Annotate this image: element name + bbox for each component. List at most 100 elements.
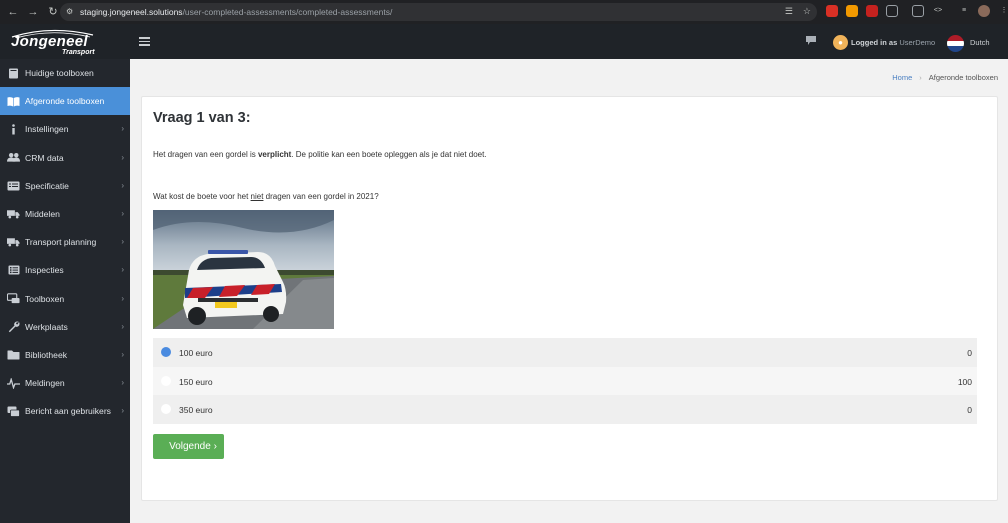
sidebar-item-label: Huidige toolboxen xyxy=(25,68,94,79)
dutch-flag-icon[interactable] xyxy=(947,35,964,52)
user-avatar[interactable]: ● xyxy=(833,35,848,50)
next-button[interactable]: Volgende › xyxy=(153,434,224,459)
extensions-bar: <> ≡ ⋮ xyxy=(826,5,1008,17)
answer-option[interactable]: 100 euro 0 xyxy=(153,338,977,367)
answer-label: 150 euro xyxy=(179,376,213,387)
username: UserDemo xyxy=(899,38,936,47)
truck-icon xyxy=(7,237,20,248)
bookmark-star-icon[interactable]: ☆ xyxy=(803,6,811,17)
sidebar-item-label: Bibliotheek xyxy=(25,349,68,360)
answer-score: 100 xyxy=(957,376,972,387)
reload-icon[interactable]: ↻ xyxy=(46,5,60,19)
answer-score: 0 xyxy=(967,348,972,358)
message-icon xyxy=(7,406,20,417)
radio-unselected[interactable] xyxy=(161,404,171,414)
question-text-part: Wat kost de boete voor het xyxy=(153,192,251,201)
pulse-icon xyxy=(7,377,20,389)
sidebar-item-huidige-toolboxen[interactable]: Huidige toolboxen xyxy=(0,59,130,87)
answer-option[interactable]: 350 euro 0 xyxy=(153,395,977,424)
users-icon xyxy=(7,152,20,163)
chevron-right-icon: › xyxy=(121,265,124,275)
chevron-right-icon: › xyxy=(121,180,124,190)
sidebar-item-inspecties[interactable]: Inspecties › xyxy=(0,256,130,284)
answer-label: 100 euro xyxy=(179,348,213,358)
sidebar-item-specificatie[interactable]: Specificatie › xyxy=(0,172,130,200)
sidebar-item-label: Werkplaats xyxy=(25,321,68,332)
profile-avatar[interactable] xyxy=(978,5,990,17)
police-car-image xyxy=(153,210,334,329)
answer-label: 350 euro xyxy=(179,405,213,415)
question-text-part: dragen van een gordel in 2021? xyxy=(263,192,379,201)
logged-in-status[interactable]: Logged in as UserDemo xyxy=(851,38,935,47)
breadcrumb: Home › Afgeronde toolboxen xyxy=(892,73,998,82)
chevron-right-icon: › xyxy=(121,406,124,416)
extension-icon[interactable] xyxy=(826,5,838,17)
chevron-right-icon: › xyxy=(121,293,124,303)
sidebar-item-label: Inspecties xyxy=(25,265,64,276)
chevron-right-icon: › xyxy=(121,208,124,218)
sidebar-item-crm-data[interactable]: CRM data › xyxy=(0,144,130,172)
toolbox-icon xyxy=(7,293,20,304)
sidebar-item-label: Afgeronde toolboxen xyxy=(25,96,105,107)
chat-icon[interactable] xyxy=(806,36,816,45)
logged-in-label: Logged in as xyxy=(851,38,898,47)
address-bar[interactable]: ⚙ staging.jongeneel.solutions /user-comp… xyxy=(60,3,817,21)
intro-text: Het dragen van een gordel is verplicht. … xyxy=(153,150,487,159)
translate-icon[interactable]: ☰ xyxy=(785,6,793,17)
book-icon xyxy=(7,68,20,79)
back-icon[interactable]: ← xyxy=(6,5,20,19)
answer-score: 0 xyxy=(967,405,972,415)
logo[interactable]: Jongeneel Transport xyxy=(0,24,130,59)
chevron-right-icon: › xyxy=(121,349,124,359)
devtools-icon[interactable]: <> xyxy=(932,5,944,17)
sidepanel-icon[interactable] xyxy=(912,5,924,17)
sidebar-item-label: Instellingen xyxy=(25,124,69,135)
question-card: Vraag 1 van 3: Het dragen van een gordel… xyxy=(141,96,998,501)
chevron-right-icon: › xyxy=(121,152,124,162)
radio-unselected[interactable] xyxy=(161,375,171,386)
breadcrumb-current: Afgeronde toolboxen xyxy=(928,73,998,82)
sidebar: Huidige toolboxen Afgeronde toolboxen In… xyxy=(0,59,130,523)
sidebar-item-label: CRM data xyxy=(25,152,64,163)
sidebar-item-instellingen[interactable]: Instellingen › xyxy=(0,115,130,143)
app-header: Jongeneel Transport ● Logged in as UserD… xyxy=(0,24,1008,59)
chevron-right-icon: › xyxy=(121,378,124,388)
sidebar-item-middelen[interactable]: Middelen › xyxy=(0,200,130,228)
forward-icon[interactable]: → xyxy=(26,5,40,19)
info-icon xyxy=(7,124,20,135)
sidebar-item-meldingen[interactable]: Meldingen › xyxy=(0,369,130,397)
intro-text-part: . De politie kan een boete opleggen als … xyxy=(291,150,487,159)
menu-kebab-icon[interactable]: ⋮ xyxy=(998,5,1008,17)
breadcrumb-home-link[interactable]: Home xyxy=(892,73,912,82)
extension-icon[interactable] xyxy=(866,5,878,17)
logo-subtext: Transport xyxy=(62,49,95,56)
site-info-icon[interactable]: ⚙ xyxy=(66,7,76,17)
sidebar-item-label: Transport planning xyxy=(25,237,97,248)
sidebar-item-bericht-aan-gebruikers[interactable]: Bericht aan gebruikers › xyxy=(0,397,130,425)
hamburger-menu-icon[interactable] xyxy=(139,37,150,46)
sidebar-item-bibliotheek[interactable]: Bibliotheek › xyxy=(0,341,130,369)
wrench-icon xyxy=(7,321,20,332)
question-text: Wat kost de boete voor het niet dragen v… xyxy=(153,192,379,201)
sidebar-item-label: Middelen xyxy=(25,209,60,220)
extension-icon[interactable] xyxy=(846,5,858,17)
checklist-icon xyxy=(7,265,20,276)
intro-text-bold: verplicht xyxy=(257,150,292,159)
question-text-underlined: niet xyxy=(250,192,264,201)
list-card-icon xyxy=(7,180,20,191)
breadcrumb-separator: › xyxy=(919,73,922,82)
radio-selected[interactable] xyxy=(161,347,171,357)
chevron-right-icon: › xyxy=(121,124,124,134)
language-selector[interactable]: Dutch xyxy=(970,38,990,47)
sidebar-item-toolboxen[interactable]: Toolboxen › xyxy=(0,285,130,313)
next-button-label: Volgende xyxy=(169,441,211,452)
reading-list-icon[interactable]: ≡ xyxy=(958,5,970,17)
sidebar-item-transport-planning[interactable]: Transport planning › xyxy=(0,228,130,256)
sidebar-item-afgeronde-toolboxen[interactable]: Afgeronde toolboxen xyxy=(0,87,130,116)
sidebar-item-werkplaats[interactable]: Werkplaats › xyxy=(0,313,130,341)
puzzle-icon[interactable] xyxy=(886,5,898,17)
url-path: /user-completed-assessments/completed-as… xyxy=(182,7,393,17)
answer-option[interactable]: 150 euro 100 xyxy=(153,366,977,395)
chevron-right-icon: › xyxy=(213,441,217,452)
open-book-icon xyxy=(7,96,20,107)
